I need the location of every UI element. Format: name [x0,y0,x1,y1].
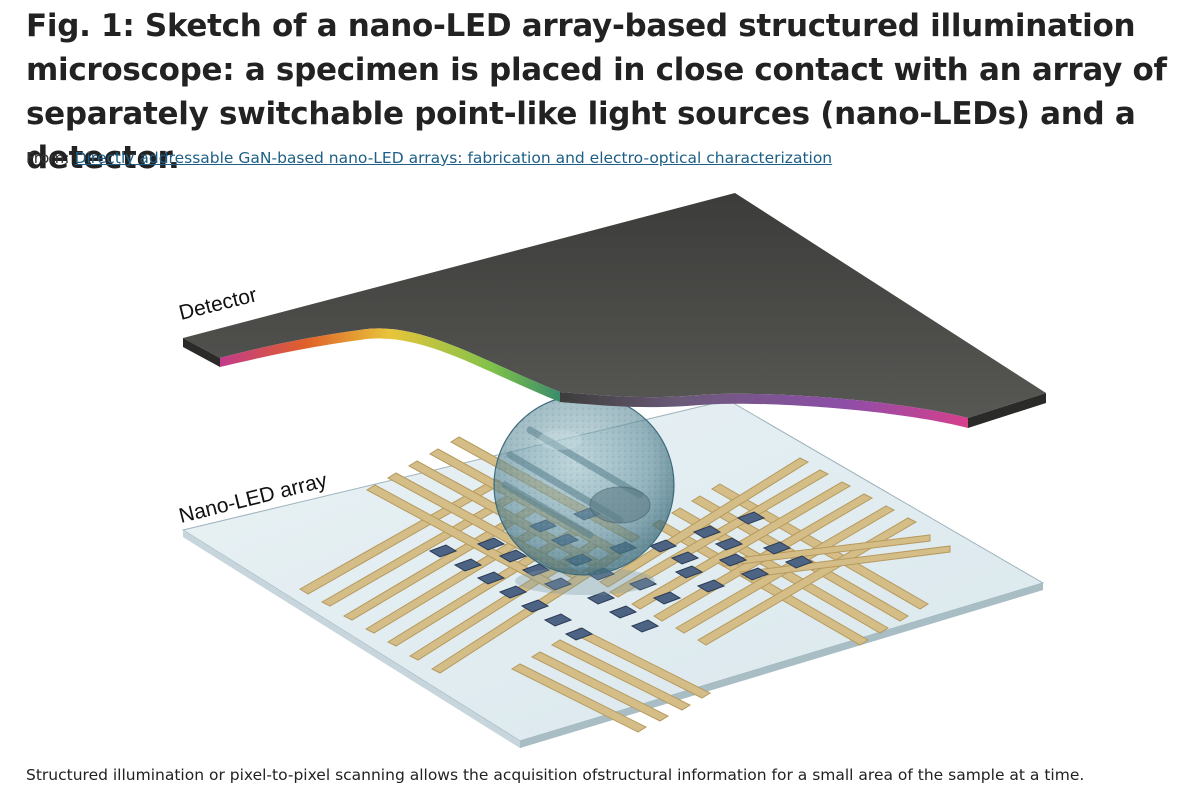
figure-page: Fig. 1: Sketch of a nano-LED array-based… [0,0,1200,800]
source-prefix: From: [26,149,75,167]
microscope-illustration: Detector Nano-LED array [177,193,1046,748]
detector-plate [183,193,1046,428]
detector-label: Detector [177,283,260,325]
figure-source: From: Directly addressable GaN-based nan… [26,149,832,167]
source-article-link[interactable]: Directly addressable GaN-based nano-LED … [75,149,833,167]
figure-caption: Structured illumination or pixel-to-pixe… [26,766,1085,784]
